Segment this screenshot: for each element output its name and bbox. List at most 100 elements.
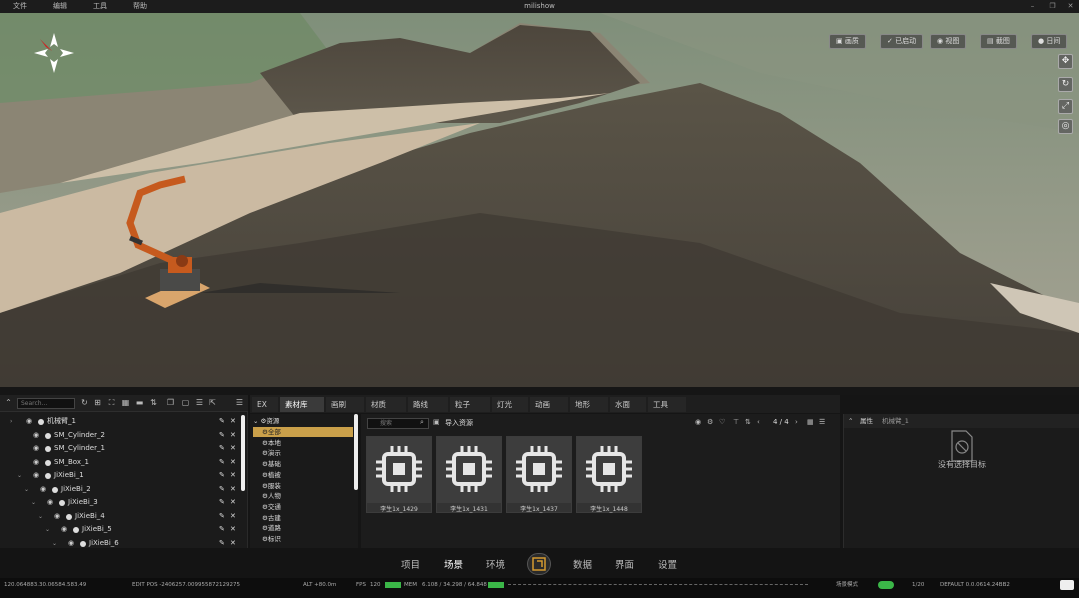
status-button[interactable]: ✓ 已启动 — [880, 34, 924, 49]
tab-9[interactable]: 水面 — [610, 397, 646, 412]
outliner-row[interactable]: ⌄ ◉ JiXieBi_4 ✎ ✕ — [0, 510, 240, 523]
tab-5[interactable]: 粒子 — [450, 397, 490, 412]
menu-edit[interactable]: 编辑 — [53, 0, 67, 13]
minimize-icon[interactable]: – — [1026, 0, 1039, 13]
outliner-search-input[interactable]: Search... — [17, 398, 75, 409]
resource-category[interactable]: ⚙基础 — [253, 459, 353, 469]
square-icon[interactable]: ▢ — [181, 398, 190, 408]
quality-button[interactable]: ▣ 画质 — [829, 34, 866, 49]
resource-tile[interactable]: 李生1x_1448 — [576, 436, 642, 513]
list-icon[interactable]: ☰ — [195, 398, 204, 408]
collapse-icon[interactable]: ⌃ — [4, 398, 13, 408]
delete-icon[interactable]: ✕ — [230, 483, 236, 496]
nav-data[interactable]: 数据 — [573, 557, 592, 571]
resource-category[interactable]: ⚙标识 — [253, 534, 353, 544]
resource-category[interactable]: ⚙植被 — [253, 470, 353, 480]
tab-3[interactable]: 材质 — [366, 397, 406, 412]
resource-category[interactable]: ⚙人物 — [253, 491, 353, 501]
resource-category[interactable]: ⚙交通 — [253, 502, 353, 512]
folder-icon[interactable]: ▬ — [135, 398, 144, 408]
outliner-row[interactable]: › ◉ 机械臂_1 ✎ ✕ — [0, 415, 240, 428]
add-group-icon[interactable]: ⊞ — [93, 398, 102, 408]
outliner-row[interactable]: ⌄ ◉ JiXieBi_3 ✎ ✕ — [0, 496, 240, 509]
outliner-row[interactable]: ◉ SM_Box_1 ✎ ✕ — [0, 456, 240, 469]
lock-icon[interactable]: ◉ — [695, 418, 701, 426]
chevron-down-icon[interactable]: ⌄ — [31, 496, 36, 509]
next-page-icon[interactable]: › — [795, 418, 798, 426]
eye-icon[interactable]: ◉ — [40, 483, 46, 496]
resource-category[interactable]: ⚙本地 — [253, 438, 353, 448]
delete-icon[interactable]: ✕ — [230, 496, 236, 509]
edit-icon[interactable]: ✎ — [219, 523, 225, 536]
delete-icon[interactable]: ✕ — [230, 456, 236, 469]
chevron-down-icon[interactable]: ⌄ — [45, 523, 50, 536]
import-resource-button[interactable]: 导入资源 — [445, 418, 473, 428]
home-logo-button[interactable] — [527, 553, 551, 575]
menu-file[interactable]: 文件 — [13, 0, 27, 13]
tab-6[interactable]: 灯光 — [492, 397, 528, 412]
chevron-down-icon[interactable]: ⌄ — [17, 469, 22, 482]
chevron-up-icon[interactable]: ⌃ — [848, 414, 853, 428]
export-icon[interactable]: ⇱ — [208, 398, 217, 408]
resource-tile[interactable]: 李生1x_1429 — [366, 436, 432, 513]
view-button[interactable]: ◉ 视图 — [930, 34, 967, 49]
rotate-icon[interactable]: ↻ — [1058, 77, 1073, 92]
resource-category[interactable]: ⚙全部 — [253, 427, 353, 437]
heart-icon[interactable]: ♡ — [719, 418, 725, 426]
eye-icon[interactable]: ◉ — [47, 496, 53, 509]
resource-category[interactable]: ⚙道路 — [253, 523, 353, 533]
edit-icon[interactable]: ✎ — [219, 483, 225, 496]
menu-icon[interactable]: ☰ — [235, 398, 244, 408]
menu-tools[interactable]: 工具 — [93, 0, 107, 13]
grid-view-icon[interactable]: ▦ — [807, 418, 814, 426]
copy-icon[interactable]: ❐ — [166, 398, 175, 408]
resource-tile[interactable]: 李生1x_1431 — [436, 436, 502, 513]
screenshot-button[interactable]: ▤ 截图 — [980, 34, 1017, 49]
outliner-row[interactable]: ◉ SM_Cylinder_2 ✎ ✕ — [0, 429, 240, 442]
edit-icon[interactable]: ✎ — [219, 469, 225, 482]
eye-icon[interactable]: ◉ — [26, 415, 32, 428]
delete-icon[interactable]: ✕ — [230, 442, 236, 455]
chevron-down-icon[interactable]: ⌄ — [24, 483, 29, 496]
chevron-right-icon[interactable]: › — [10, 415, 12, 428]
refresh-icon[interactable]: ↻ — [80, 398, 89, 408]
nav-interface[interactable]: 界面 — [615, 557, 634, 571]
nav-project[interactable]: 项目 — [401, 557, 420, 571]
import-icon[interactable]: ▣ — [433, 418, 440, 426]
resource-category[interactable]: ⚙演示 — [253, 448, 353, 458]
delete-icon[interactable]: ✕ — [230, 523, 236, 536]
panel-divider[interactable] — [0, 387, 1079, 395]
resource-root[interactable]: ⌄ ⚙资源 — [253, 416, 353, 426]
tab-0[interactable]: EX — [252, 397, 278, 412]
eye-icon[interactable]: ◉ — [61, 523, 67, 536]
sort-icon[interactable]: ⊤ — [733, 418, 739, 426]
edit-icon[interactable]: ✎ — [219, 456, 225, 469]
settings-icon[interactable]: ⚙ — [707, 418, 713, 426]
align-icon[interactable]: ⇅ — [149, 398, 158, 408]
edit-icon[interactable]: ✎ — [219, 415, 225, 428]
tab-2[interactable]: 画刷 — [326, 397, 364, 412]
resource-tree-scrollbar[interactable] — [354, 414, 358, 490]
move-icon[interactable]: ✥ — [1058, 54, 1073, 69]
eye-icon[interactable]: ◉ — [33, 429, 39, 442]
prev-page-icon[interactable]: ‹ — [757, 418, 760, 426]
menu-help[interactable]: 帮助 — [133, 0, 147, 13]
frame-icon[interactable]: ⛶ — [107, 398, 116, 408]
edit-icon[interactable]: ✎ — [219, 429, 225, 442]
zoom-icon[interactable]: ⤢ — [1058, 99, 1073, 114]
delete-icon[interactable]: ✕ — [230, 510, 236, 523]
camera-icon[interactable]: ◎ — [1058, 119, 1073, 134]
nav-settings[interactable]: 设置 — [658, 557, 677, 571]
edit-icon[interactable]: ✎ — [219, 442, 225, 455]
eye-icon[interactable]: ◉ — [33, 469, 39, 482]
outliner-row[interactable]: ◉ SM_Cylinder_1 ✎ ✕ — [0, 442, 240, 455]
tab-8[interactable]: 地形 — [570, 397, 608, 412]
eye-icon[interactable]: ◉ — [54, 510, 60, 523]
delete-icon[interactable]: ✕ — [230, 469, 236, 482]
delete-icon[interactable]: ✕ — [230, 415, 236, 428]
restore-icon[interactable]: ❐ — [1046, 0, 1059, 13]
outliner-row[interactable]: ⌄ ◉ JiXieBi_1 ✎ ✕ — [0, 469, 240, 482]
outliner-row[interactable]: ⌄ ◉ JiXieBi_5 ✎ ✕ — [0, 523, 240, 536]
nav-environment[interactable]: 环境 — [486, 557, 505, 571]
edit-icon[interactable]: ✎ — [219, 510, 225, 523]
